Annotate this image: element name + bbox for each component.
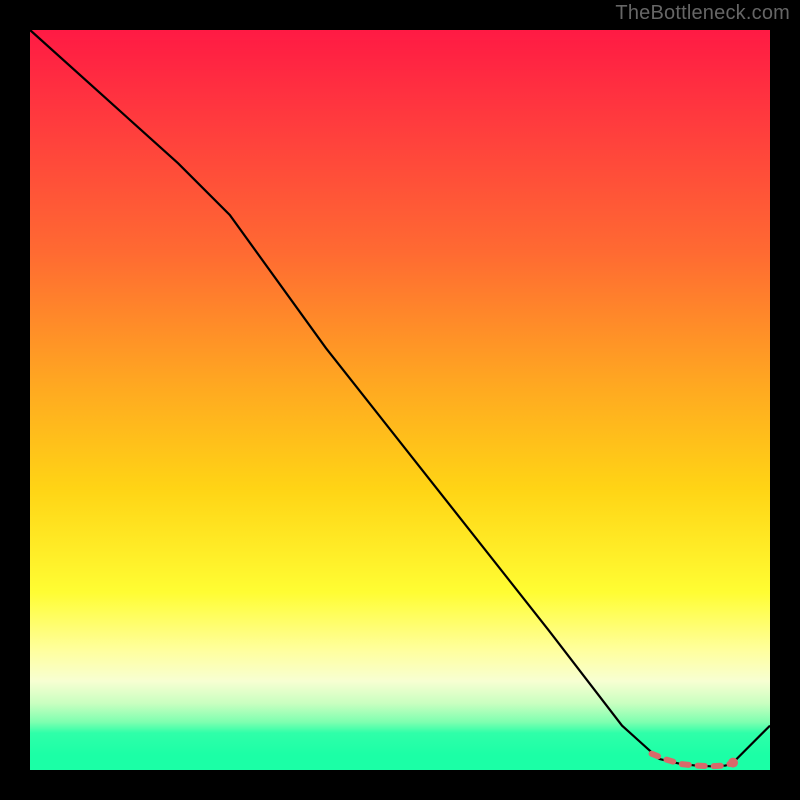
bottleneck-curve-line <box>30 30 770 766</box>
chart-svg <box>30 30 770 770</box>
chart-frame: TheBottleneck.com <box>0 0 800 800</box>
watermark-text: TheBottleneck.com <box>615 2 790 25</box>
plot-area <box>30 30 770 770</box>
end-marker-dot <box>728 758 738 768</box>
